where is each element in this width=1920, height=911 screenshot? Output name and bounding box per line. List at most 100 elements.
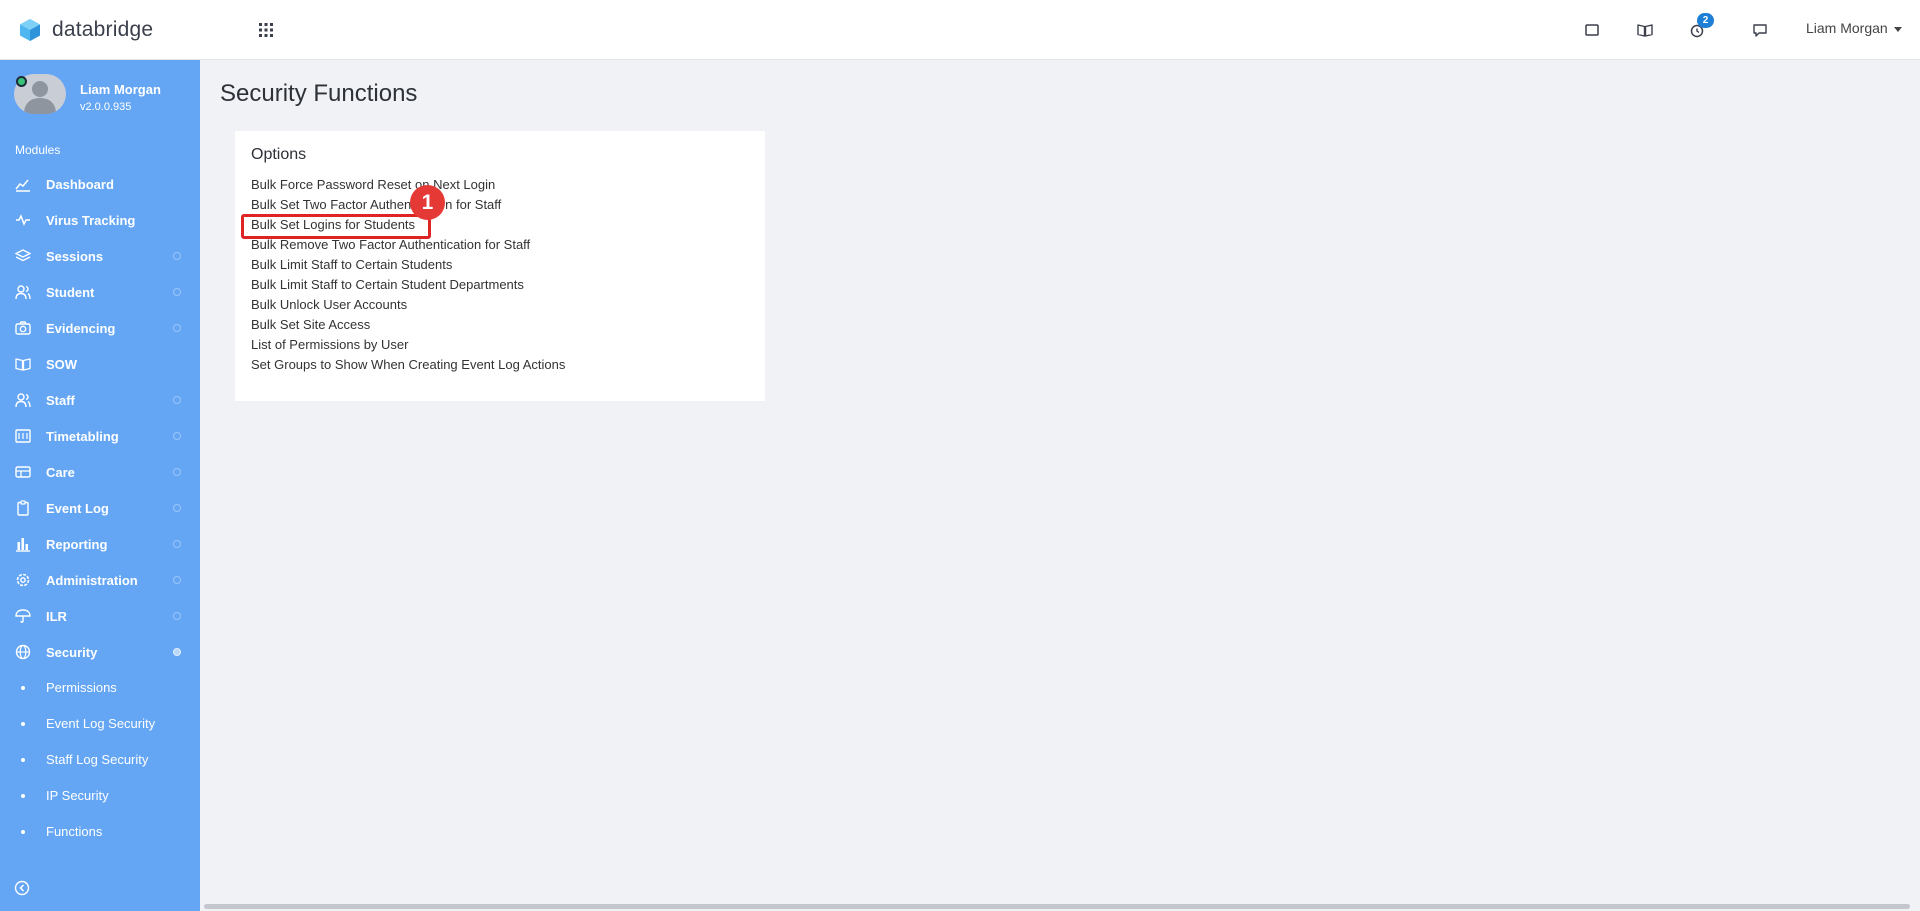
sidebar-item-label: Security xyxy=(46,644,98,660)
option-remove-two-factor-staff[interactable]: Bulk Remove Two Factor Authentication fo… xyxy=(251,235,565,255)
user-profile[interactable]: Liam Morgan v2.0.0.935 xyxy=(14,74,194,118)
sidebar-item-security[interactable]: Security xyxy=(0,634,200,670)
option-limit-staff-students[interactable]: Bulk Limit Staff to Certain Students xyxy=(251,255,565,275)
option-set-logins-students[interactable]: Bulk Set Logins for Students xyxy=(251,215,565,235)
sidebar-item-event-log[interactable]: Event Log xyxy=(0,490,200,526)
modules-label: Modules xyxy=(15,143,61,157)
option-permissions-by-user[interactable]: List of Permissions by User xyxy=(251,335,565,355)
sidebar-subitem-label: Event Log Security xyxy=(46,716,156,731)
sidebar-item-label: Evidencing xyxy=(46,320,116,336)
user-menu[interactable]: Liam Morgan xyxy=(1806,20,1902,36)
option-set-site-access[interactable]: Bulk Set Site Access xyxy=(251,315,565,335)
chat-icon[interactable] xyxy=(1748,18,1772,42)
pulse-icon xyxy=(16,214,30,226)
expand-dot xyxy=(173,504,181,512)
sidebar-item-label: Administration xyxy=(46,572,138,588)
sidebar-item-evidencing[interactable]: Evidencing xyxy=(0,310,200,346)
sidebar-item-label: Student xyxy=(46,284,95,300)
bullet xyxy=(21,794,25,798)
bullet xyxy=(21,830,25,834)
option-force-password-reset[interactable]: Bulk Force Password Reset on Next Login xyxy=(251,175,565,195)
sidebar-subitem-ip-security[interactable]: IP Security xyxy=(0,778,200,814)
camera-icon xyxy=(15,321,31,335)
brand[interactable]: databridge xyxy=(18,16,153,44)
option-unlock-accounts[interactable]: Bulk Unlock User Accounts xyxy=(251,295,565,315)
sidebar-item-ilr[interactable]: ILR xyxy=(0,598,200,634)
caret-down-icon xyxy=(1893,26,1902,32)
options-card: Options Bulk Force Password Reset on Nex… xyxy=(235,131,765,401)
bullet xyxy=(21,686,25,690)
sidebar-item-label: Sessions xyxy=(46,248,104,264)
sidebar-item-timetabling[interactable]: Timetabling xyxy=(0,418,200,454)
brand-name: databridge xyxy=(52,18,154,41)
sidebar-item-label: Dashboard xyxy=(46,176,114,192)
sidebar-subitem-event-log-security[interactable]: Event Log Security xyxy=(0,706,200,742)
chart-line-icon xyxy=(15,179,30,192)
bar-chart-icon xyxy=(16,538,30,552)
sidebar-item-sow[interactable]: SOW xyxy=(0,346,200,382)
sidebar-item-virus-tracking[interactable]: Virus Tracking xyxy=(0,202,200,238)
page-title: Security Functions xyxy=(220,80,418,107)
expand-dot xyxy=(173,324,181,332)
expanded-dot xyxy=(173,648,181,656)
sidebar-item-staff[interactable]: Staff xyxy=(0,382,200,418)
sidebar-item-label: Care xyxy=(46,464,75,480)
expand-dot xyxy=(173,396,181,404)
sidebar-item-reporting[interactable]: Reporting xyxy=(0,526,200,562)
umbrella-icon xyxy=(15,609,31,623)
sidebar-item-dashboard[interactable]: Dashboard xyxy=(0,166,200,202)
top-header: databridge 2 Liam Morgan xyxy=(0,0,1920,60)
step-number-badge: 1 xyxy=(410,185,445,220)
clipboard-icon xyxy=(17,500,29,516)
sidebar-item-administration[interactable]: Administration xyxy=(0,562,200,598)
sidebar-item-label: Staff xyxy=(46,392,75,408)
expand-dot xyxy=(173,288,181,296)
sidebar-item-label: SOW xyxy=(46,356,78,372)
sidebar-item-label: Reporting xyxy=(46,536,108,552)
sidebar-item-care[interactable]: Care xyxy=(0,454,200,490)
sidebar-subitem-functions[interactable]: Functions xyxy=(0,814,200,850)
sidebar-item-label: ILR xyxy=(46,608,67,624)
book-open-icon xyxy=(15,358,31,371)
sidebar-subitem-label: IP Security xyxy=(46,788,109,803)
expand-dot xyxy=(173,576,181,584)
sidebar: Liam Morgan v2.0.0.935 Modules Dashboard… xyxy=(0,60,200,911)
book-icon[interactable] xyxy=(1633,18,1657,42)
sidebar-item-label: Event Log xyxy=(46,500,109,516)
card-title: Options xyxy=(251,146,307,163)
online-status-dot xyxy=(16,76,27,87)
collapse-sidebar-icon[interactable] xyxy=(14,880,30,896)
sidebar-item-label: Virus Tracking xyxy=(46,212,136,228)
expand-dot xyxy=(173,432,181,440)
expand-dot xyxy=(173,612,181,620)
sidebar-menu: Dashboard Virus Tracking Sessions Studen… xyxy=(0,166,200,850)
sidebar-subitem-label: Permissions xyxy=(46,680,117,695)
sidebar-item-student[interactable]: Student xyxy=(0,274,200,310)
sidebar-item-label: Timetabling xyxy=(46,428,119,444)
option-set-two-factor-staff[interactable]: Bulk Set Two Factor Authentication for S… xyxy=(251,195,565,215)
grid-icon[interactable] xyxy=(255,20,277,40)
scrollbar-thumb[interactable] xyxy=(204,904,1910,909)
options-list: Bulk Force Password Reset on Next Login … xyxy=(251,175,565,375)
layers-icon xyxy=(15,249,31,262)
sidebar-subitem-label: Staff Log Security xyxy=(46,752,149,767)
calendar-icon xyxy=(15,429,31,443)
option-set-groups-event-log[interactable]: Set Groups to Show When Creating Event L… xyxy=(251,355,565,375)
user-name: Liam Morgan xyxy=(1806,20,1888,36)
profile-name: Liam Morgan xyxy=(80,82,161,97)
window-icon[interactable] xyxy=(1580,18,1604,42)
users-icon xyxy=(15,393,31,408)
app-version: v2.0.0.935 xyxy=(80,101,132,113)
globe-icon xyxy=(15,644,31,660)
card-icon xyxy=(15,466,31,478)
users-icon xyxy=(15,285,31,300)
sidebar-subitem-staff-log-security[interactable]: Staff Log Security xyxy=(0,742,200,778)
option-limit-staff-departments[interactable]: Bulk Limit Staff to Certain Student Depa… xyxy=(251,275,565,295)
sidebar-item-sessions[interactable]: Sessions xyxy=(0,238,200,274)
bullet xyxy=(21,722,25,726)
bullet xyxy=(21,758,25,762)
expand-dot xyxy=(173,540,181,548)
sidebar-subitem-permissions[interactable]: Permissions xyxy=(0,670,200,706)
expand-dot xyxy=(173,252,181,260)
databridge-logo-icon xyxy=(20,19,40,41)
